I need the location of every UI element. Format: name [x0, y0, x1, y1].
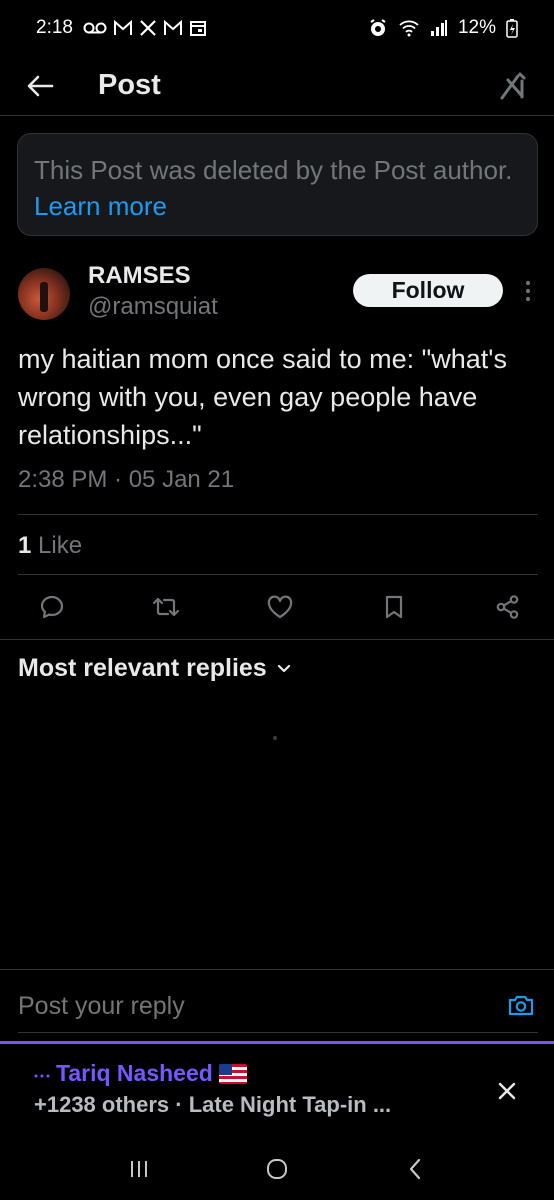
home-icon — [267, 1158, 287, 1179]
system-nav-bar — [0, 1137, 554, 1200]
avatar[interactable] — [18, 268, 70, 320]
more-vertical-icon — [526, 281, 530, 301]
replies-sort-label: Most relevant replies — [18, 654, 267, 682]
back-button[interactable] — [18, 64, 62, 108]
space-subtitle: +1238 others · Late Night Tap-in ... — [34, 1092, 392, 1117]
reply-underline — [18, 1032, 538, 1033]
voicemail-icon — [83, 21, 107, 35]
notification-icons — [83, 19, 207, 37]
status-left: 2:18 — [36, 17, 207, 39]
divider — [0, 639, 554, 640]
alarm-icon — [368, 18, 388, 38]
gmail-icon — [113, 20, 133, 36]
arrow-left-icon — [27, 75, 54, 96]
likes-stat[interactable]: 1 Like — [18, 532, 82, 560]
loading-indicator — [273, 736, 277, 740]
us-flag-icon — [218, 1063, 247, 1084]
post-text: my haitian mom once said to me: "what's … — [18, 344, 507, 450]
battery-percent: 12% — [457, 17, 496, 38]
camera-icon — [508, 995, 534, 1016]
battery-icon — [506, 18, 518, 38]
post-timestamp: 2:38 PM · 05 Jan 21 — [18, 466, 235, 493]
space-host: Tariq Nasheed — [34, 1060, 247, 1087]
bookmark-button[interactable] — [372, 585, 416, 629]
reply-button[interactable] — [30, 585, 74, 629]
author-name[interactable]: RAMSES — [88, 262, 218, 290]
close-icon — [498, 1082, 516, 1100]
deleted-notice-text: This Post was deleted by the Post author… — [34, 155, 513, 185]
reply-icon — [40, 595, 64, 619]
status-right: 12% — [368, 17, 518, 39]
share-icon — [496, 595, 519, 619]
follow-button[interactable]: Follow — [353, 274, 503, 307]
post-actions — [30, 585, 530, 629]
reply-input[interactable] — [18, 992, 488, 1021]
spaces-mini-player[interactable]: Tariq Nasheed +1238 others · Late Night … — [0, 1041, 554, 1137]
divider — [18, 574, 538, 575]
more-options-button[interactable] — [516, 276, 540, 306]
status-time: 2:18 — [36, 17, 73, 38]
reply-composer — [0, 969, 554, 1041]
replies-sort-dropdown[interactable]: Most relevant replies — [18, 654, 291, 683]
page-title: Post — [98, 69, 161, 101]
deleted-post-notice: This Post was deleted by the Post author… — [17, 133, 538, 236]
audio-wave-icon — [34, 1074, 50, 1077]
wifi-icon — [398, 19, 420, 37]
author-names: RAMSES @ramsquiat — [88, 262, 218, 324]
space-host-name: Tariq Nasheed — [56, 1060, 213, 1086]
status-bar: 2:18 12% — [0, 0, 554, 56]
signal-icon — [430, 19, 448, 37]
learn-more-link[interactable]: Learn more — [34, 191, 167, 221]
camera-button[interactable] — [504, 988, 538, 1022]
share-button[interactable] — [486, 585, 530, 629]
recent-apps-button[interactable] — [114, 1144, 164, 1194]
calendar-icon — [189, 19, 207, 37]
likes-count: 1 — [18, 532, 32, 559]
like-icon — [267, 595, 293, 619]
chevron-left-icon — [409, 1158, 421, 1179]
bookmark-icon — [385, 595, 403, 619]
grok-button[interactable] — [492, 64, 536, 108]
close-space-button[interactable] — [490, 1074, 524, 1108]
chevron-down-icon — [277, 664, 290, 672]
grok-icon — [500, 72, 526, 99]
divider — [18, 514, 538, 515]
home-button[interactable] — [252, 1144, 302, 1194]
x-icon — [139, 19, 157, 37]
gmail-icon — [163, 20, 183, 36]
back-nav-button[interactable] — [390, 1144, 440, 1194]
author-row: RAMSES @ramsquiat Follow — [18, 262, 540, 328]
like-button[interactable] — [258, 585, 302, 629]
author-handle[interactable]: @ramsquiat — [88, 290, 218, 324]
recent-apps-icon — [131, 1160, 147, 1177]
likes-label: Like — [38, 532, 83, 559]
top-app-bar: Post — [0, 56, 554, 116]
retweet-icon — [152, 597, 180, 617]
retweet-button[interactable] — [144, 585, 188, 629]
